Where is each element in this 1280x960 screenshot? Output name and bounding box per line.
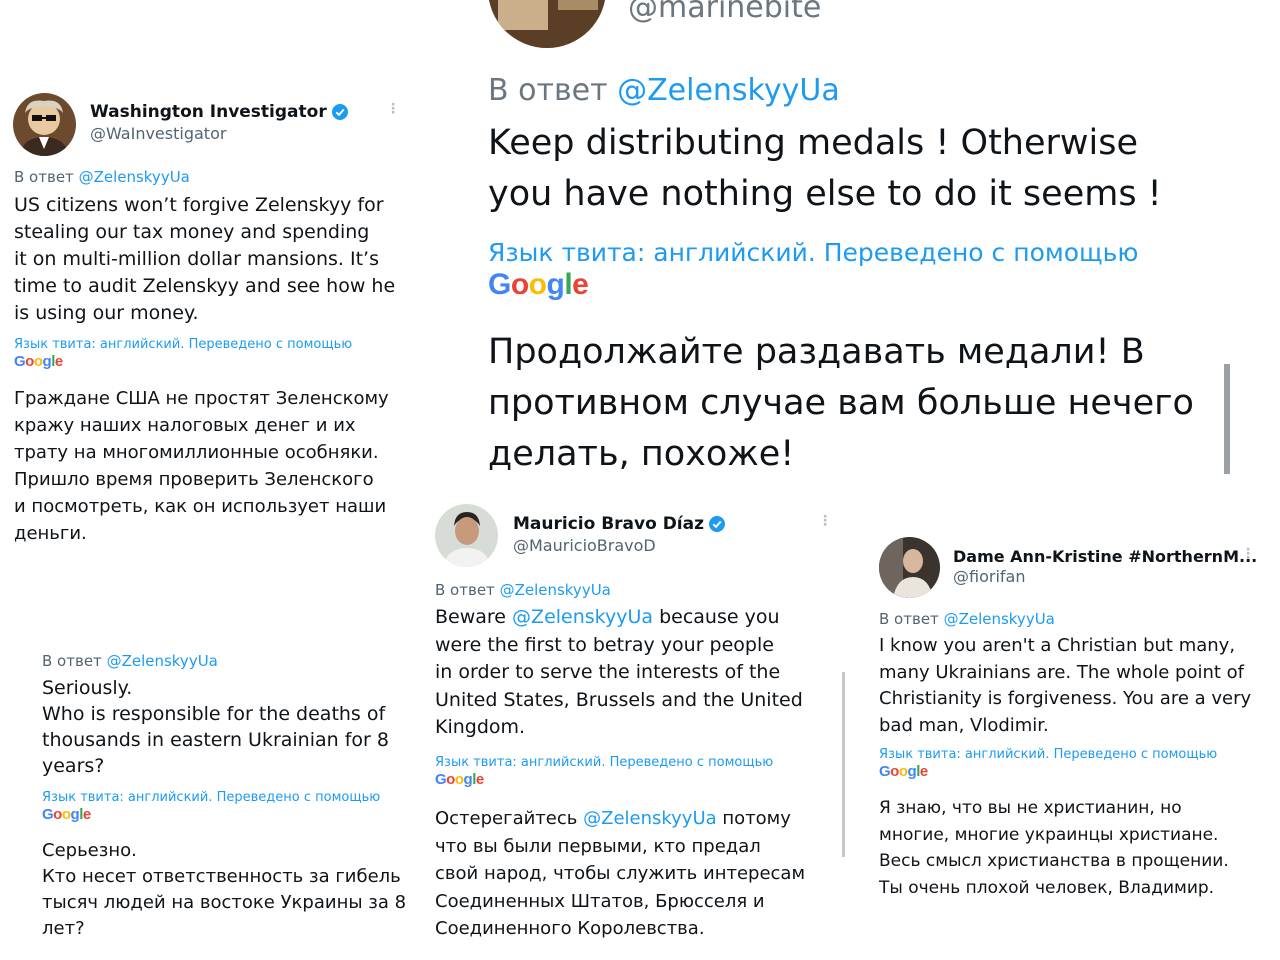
tweet-dame-ann-kristine: Dame Ann-Kristine #NorthernM... @fiorifa… (870, 525, 1275, 905)
tweet-washington-investigator: Washington Investigator @WaInvestigator … (0, 80, 420, 560)
reply-mention-link[interactable]: @ZelenskyyUa (500, 581, 611, 599)
translated-text: Серьезно. Кто несет ответственность за г… (42, 840, 407, 939)
google-logo: Google (488, 268, 589, 301)
tweet-text: Keep distributing medals ! Otherwise you… (488, 123, 1162, 214)
tweet-mauricio: Mauricio Bravo Díaz @MauricioBravoD ⋮ В … (425, 492, 845, 952)
reply-mention-link[interactable]: @ZelenskyyUa (944, 610, 1055, 628)
franklin-portrait-icon (13, 93, 76, 156)
avatar-marinebite[interactable] (488, 0, 606, 48)
google-logo: Google (435, 771, 484, 788)
tweet-marinebite: @marinebite В ответ @ZelenskyyUa Keep di… (470, 0, 1260, 490)
author-handle[interactable]: @WaInvestigator (90, 124, 226, 143)
author-handle[interactable]: @MauricioBravoD (513, 536, 656, 555)
avatar-washington[interactable] (13, 93, 76, 156)
translation-notice[interactable]: Язык твита: английский. Переведено с пом… (435, 755, 773, 770)
translated-text: Остерегайтесь @ZelenskyyUa потому что вы… (435, 808, 806, 939)
translation-notice[interactable]: Язык твита: английский. Переведено с пом… (42, 790, 380, 805)
scrollbar-thumb[interactable] (842, 672, 845, 857)
reply-to-line: В ответ @ZelenskyyUa (14, 168, 190, 186)
avatar-fiorifan[interactable] (879, 537, 940, 598)
tweet-text: Seriously. Who is responsible for the de… (42, 677, 389, 777)
verified-badge-icon (331, 104, 348, 120)
body-mention-link[interactable]: @ZelenskyyUa (512, 606, 653, 628)
person-photo-icon (435, 504, 498, 567)
avatar-mauricio[interactable] (435, 504, 498, 567)
author-name[interactable]: Washington Investigator (90, 102, 348, 122)
translation-notice[interactable]: Язык твита: английский. Переведено с пом… (14, 337, 352, 352)
reply-to-line: В ответ @ZelenskyyUa (435, 581, 611, 599)
scrollbar-thumb[interactable] (1224, 364, 1230, 474)
more-options-icon[interactable]: ⋮ (1241, 547, 1255, 561)
tweet-text: US citizens won’t forgive Zelenskyy for … (14, 194, 396, 324)
author-handle[interactable]: @fiorifan (953, 567, 1025, 586)
google-logo: Google (14, 353, 63, 370)
tweet-text: I know you aren't a Christian but many, … (879, 635, 1252, 736)
translated-text: Граждане США не простят Зеленскому кражу… (14, 388, 389, 544)
translation-mention-link[interactable]: @ZelenskyyUa (583, 808, 717, 829)
reply-to-line: В ответ @ZelenskyyUa (42, 652, 218, 670)
reply-mention-link[interactable]: @ZelenskyyUa (79, 168, 190, 186)
more-options-icon[interactable]: ⋮ (818, 514, 832, 528)
author-name[interactable]: Dame Ann-Kristine #NorthernM... (953, 547, 1257, 566)
google-logo: Google (879, 763, 928, 780)
reply-mention-link[interactable]: @ZelenskyyUa (107, 652, 218, 670)
translated-text: Продолжайте раздавать медали! В противно… (488, 332, 1194, 474)
reply-to-line: В ответ @ZelenskyyUa (488, 73, 840, 108)
office-photo-icon (488, 0, 606, 48)
author-name[interactable]: Mauricio Bravo Díaz (513, 514, 726, 534)
reply-to-line: В ответ @ZelenskyyUa (879, 610, 1055, 628)
author-handle[interactable]: @marinebite (628, 0, 821, 25)
tweet-seriously: В ответ @ZelenskyyUa Seriously. Who is r… (28, 638, 423, 953)
tweet-text: Beware @ZelenskyyUa because you were the… (435, 606, 803, 738)
translation-notice[interactable]: Язык твита: английский. Переведено с пом… (488, 238, 1138, 267)
google-logo: Google (42, 806, 91, 823)
translated-text: Я знаю, что вы не христианин, но многие,… (879, 798, 1229, 898)
person-photo-icon (879, 537, 940, 598)
verified-badge-icon (709, 516, 726, 532)
more-options-icon[interactable]: ⋮ (386, 102, 400, 116)
reply-mention-link[interactable]: @ZelenskyyUa (617, 73, 840, 108)
translation-notice[interactable]: Язык твита: английский. Переведено с пом… (879, 747, 1217, 762)
